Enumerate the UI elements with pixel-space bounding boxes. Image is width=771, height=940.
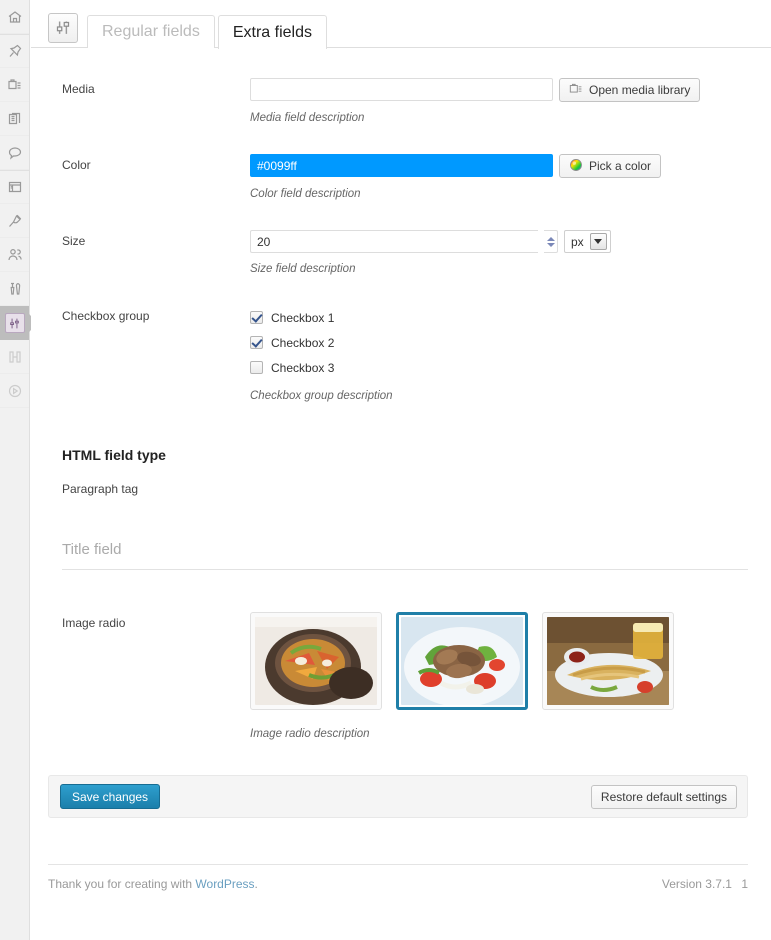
sliders-icon — [4, 313, 25, 333]
field-row-image-radio: Image radio Image radio description — [31, 612, 771, 740]
appearance-icon — [7, 179, 23, 195]
submit-bar: Save changes Restore default settings — [48, 775, 748, 818]
field-row-size: Size px Size field description — [31, 230, 771, 275]
sidebar-item-settings[interactable] — [0, 306, 38, 340]
chevron-down-icon[interactable] — [589, 233, 607, 250]
save-changes-button[interactable]: Save changes — [60, 784, 161, 809]
main-content: Regular fields Extra fields Media Open m… — [31, 0, 771, 940]
html-field-paragraph: Paragraph tag — [62, 482, 139, 496]
html-field-heading: HTML field type — [62, 447, 166, 463]
settings-panel-icon[interactable] — [48, 13, 78, 43]
open-media-library-button[interactable]: Open media library — [559, 78, 701, 102]
form-area: Media Open media library Media field des… — [31, 78, 771, 891]
html-field-block: HTML field type Paragraph tag — [31, 447, 771, 496]
field-row-media: Media Open media library Media field des… — [31, 78, 771, 124]
color-input[interactable] — [250, 154, 553, 177]
checkbox-2-box[interactable] — [250, 336, 263, 349]
checkbox-item[interactable]: Checkbox 1 — [250, 305, 771, 330]
size-label: Size — [62, 234, 86, 248]
image-radio-option-3[interactable] — [542, 612, 674, 710]
stir-fry-thumbnail — [255, 617, 377, 705]
media-icon — [7, 77, 23, 93]
footer-thanks-prefix: Thank you for creating with — [48, 877, 196, 891]
checkbox-group-description: Checkbox group description — [250, 390, 393, 402]
pick-a-color-button[interactable]: Pick a color — [559, 154, 662, 178]
image-radio-description: Image radio description — [250, 728, 370, 740]
home-icon — [7, 9, 23, 25]
checkbox-3-label: Checkbox 3 — [271, 360, 335, 375]
checkbox-group-label: Checkbox group — [62, 309, 150, 323]
image-radio-options — [250, 612, 771, 710]
sidebar-item-play[interactable] — [0, 374, 29, 408]
pin-icon — [7, 43, 23, 59]
checkbox-1-box[interactable] — [250, 311, 263, 324]
image-radio-option-2[interactable] — [396, 612, 528, 710]
color-label: Color — [62, 158, 91, 172]
checkbox-3-box[interactable] — [250, 361, 263, 374]
beef-salad-thumbnail — [401, 617, 523, 705]
stepper-down-icon[interactable] — [546, 242, 555, 247]
play-circle-icon — [7, 383, 23, 399]
tab-bar: Regular fields Extra fields — [31, 0, 771, 49]
image-radio-option-1[interactable] — [250, 612, 382, 710]
sidebar-item-media[interactable] — [0, 68, 29, 102]
checkbox-item[interactable]: Checkbox 2 — [250, 330, 771, 355]
checkbox-item[interactable]: Checkbox 3 — [250, 355, 771, 380]
sidebar-item-posts[interactable] — [0, 34, 29, 68]
size-stepper[interactable] — [544, 230, 558, 253]
pick-a-color-label: Pick a color — [589, 159, 652, 173]
tab-regular-fields[interactable]: Regular fields — [87, 15, 215, 48]
size-description: Size field description — [250, 263, 356, 275]
open-media-library-label: Open media library — [589, 83, 691, 97]
size-unit-value: px — [571, 234, 584, 249]
title-field-label: Title field — [62, 541, 748, 570]
breaded-fish-thumbnail — [547, 617, 669, 705]
sidebar-item-appearance[interactable] — [0, 170, 29, 204]
media-input[interactable] — [250, 78, 553, 101]
field-row-checkbox-group: Checkbox group Checkbox 1 Checkbox 2 Che… — [31, 305, 771, 402]
field-row-color: Color #0099ff Pick a color Color field d… — [31, 154, 771, 200]
restore-default-settings-button[interactable]: Restore default settings — [590, 784, 737, 809]
admin-footer: Thank you for creating with WordPress. V… — [48, 864, 748, 891]
title-field-block: Title field — [31, 541, 771, 570]
sidebar-item-pages[interactable] — [0, 102, 29, 136]
sidebar-item-tools[interactable] — [0, 272, 29, 306]
media-label: Media — [62, 82, 95, 96]
color-description: Color field description — [250, 188, 361, 200]
sidebar-item-comments[interactable] — [0, 136, 29, 170]
plug-icon — [7, 213, 23, 229]
footer-version: Version 3.7.1 — [661, 877, 732, 891]
comment-bubble-icon — [7, 145, 23, 161]
media-library-icon — [569, 82, 583, 99]
footer-thanks-suffix: . — [254, 877, 258, 891]
tools-icon — [7, 281, 23, 297]
footer-version-group: Version 3.7.1 1 — [662, 877, 748, 891]
sidebar-item-plugins[interactable] — [0, 204, 29, 238]
sidebar-item-dashboard[interactable] — [0, 0, 29, 34]
media-description: Media field description — [250, 112, 365, 124]
size-unit-select[interactable]: px — [564, 230, 611, 253]
checkbox-2-label: Checkbox 2 — [271, 335, 335, 350]
checkbox-1-label: Checkbox 1 — [271, 310, 335, 325]
footer-thanks: Thank you for creating with WordPress. — [48, 877, 258, 891]
users-icon — [7, 247, 23, 263]
sidebar-item-collapse[interactable] — [0, 340, 29, 374]
pages-icon — [7, 111, 23, 127]
sidebar-item-users[interactable] — [0, 238, 29, 272]
color-wheel-icon — [569, 158, 583, 175]
footer-trailing: 1 — [741, 877, 748, 891]
size-input[interactable] — [250, 230, 538, 253]
wordpress-link[interactable]: WordPress — [195, 877, 254, 891]
image-radio-label: Image radio — [62, 616, 126, 630]
stepper-up-icon[interactable] — [546, 236, 555, 241]
tab-extra-fields[interactable]: Extra fields — [217, 15, 327, 49]
admin-sidebar — [0, 0, 38, 940]
collapse-icon — [7, 349, 23, 365]
